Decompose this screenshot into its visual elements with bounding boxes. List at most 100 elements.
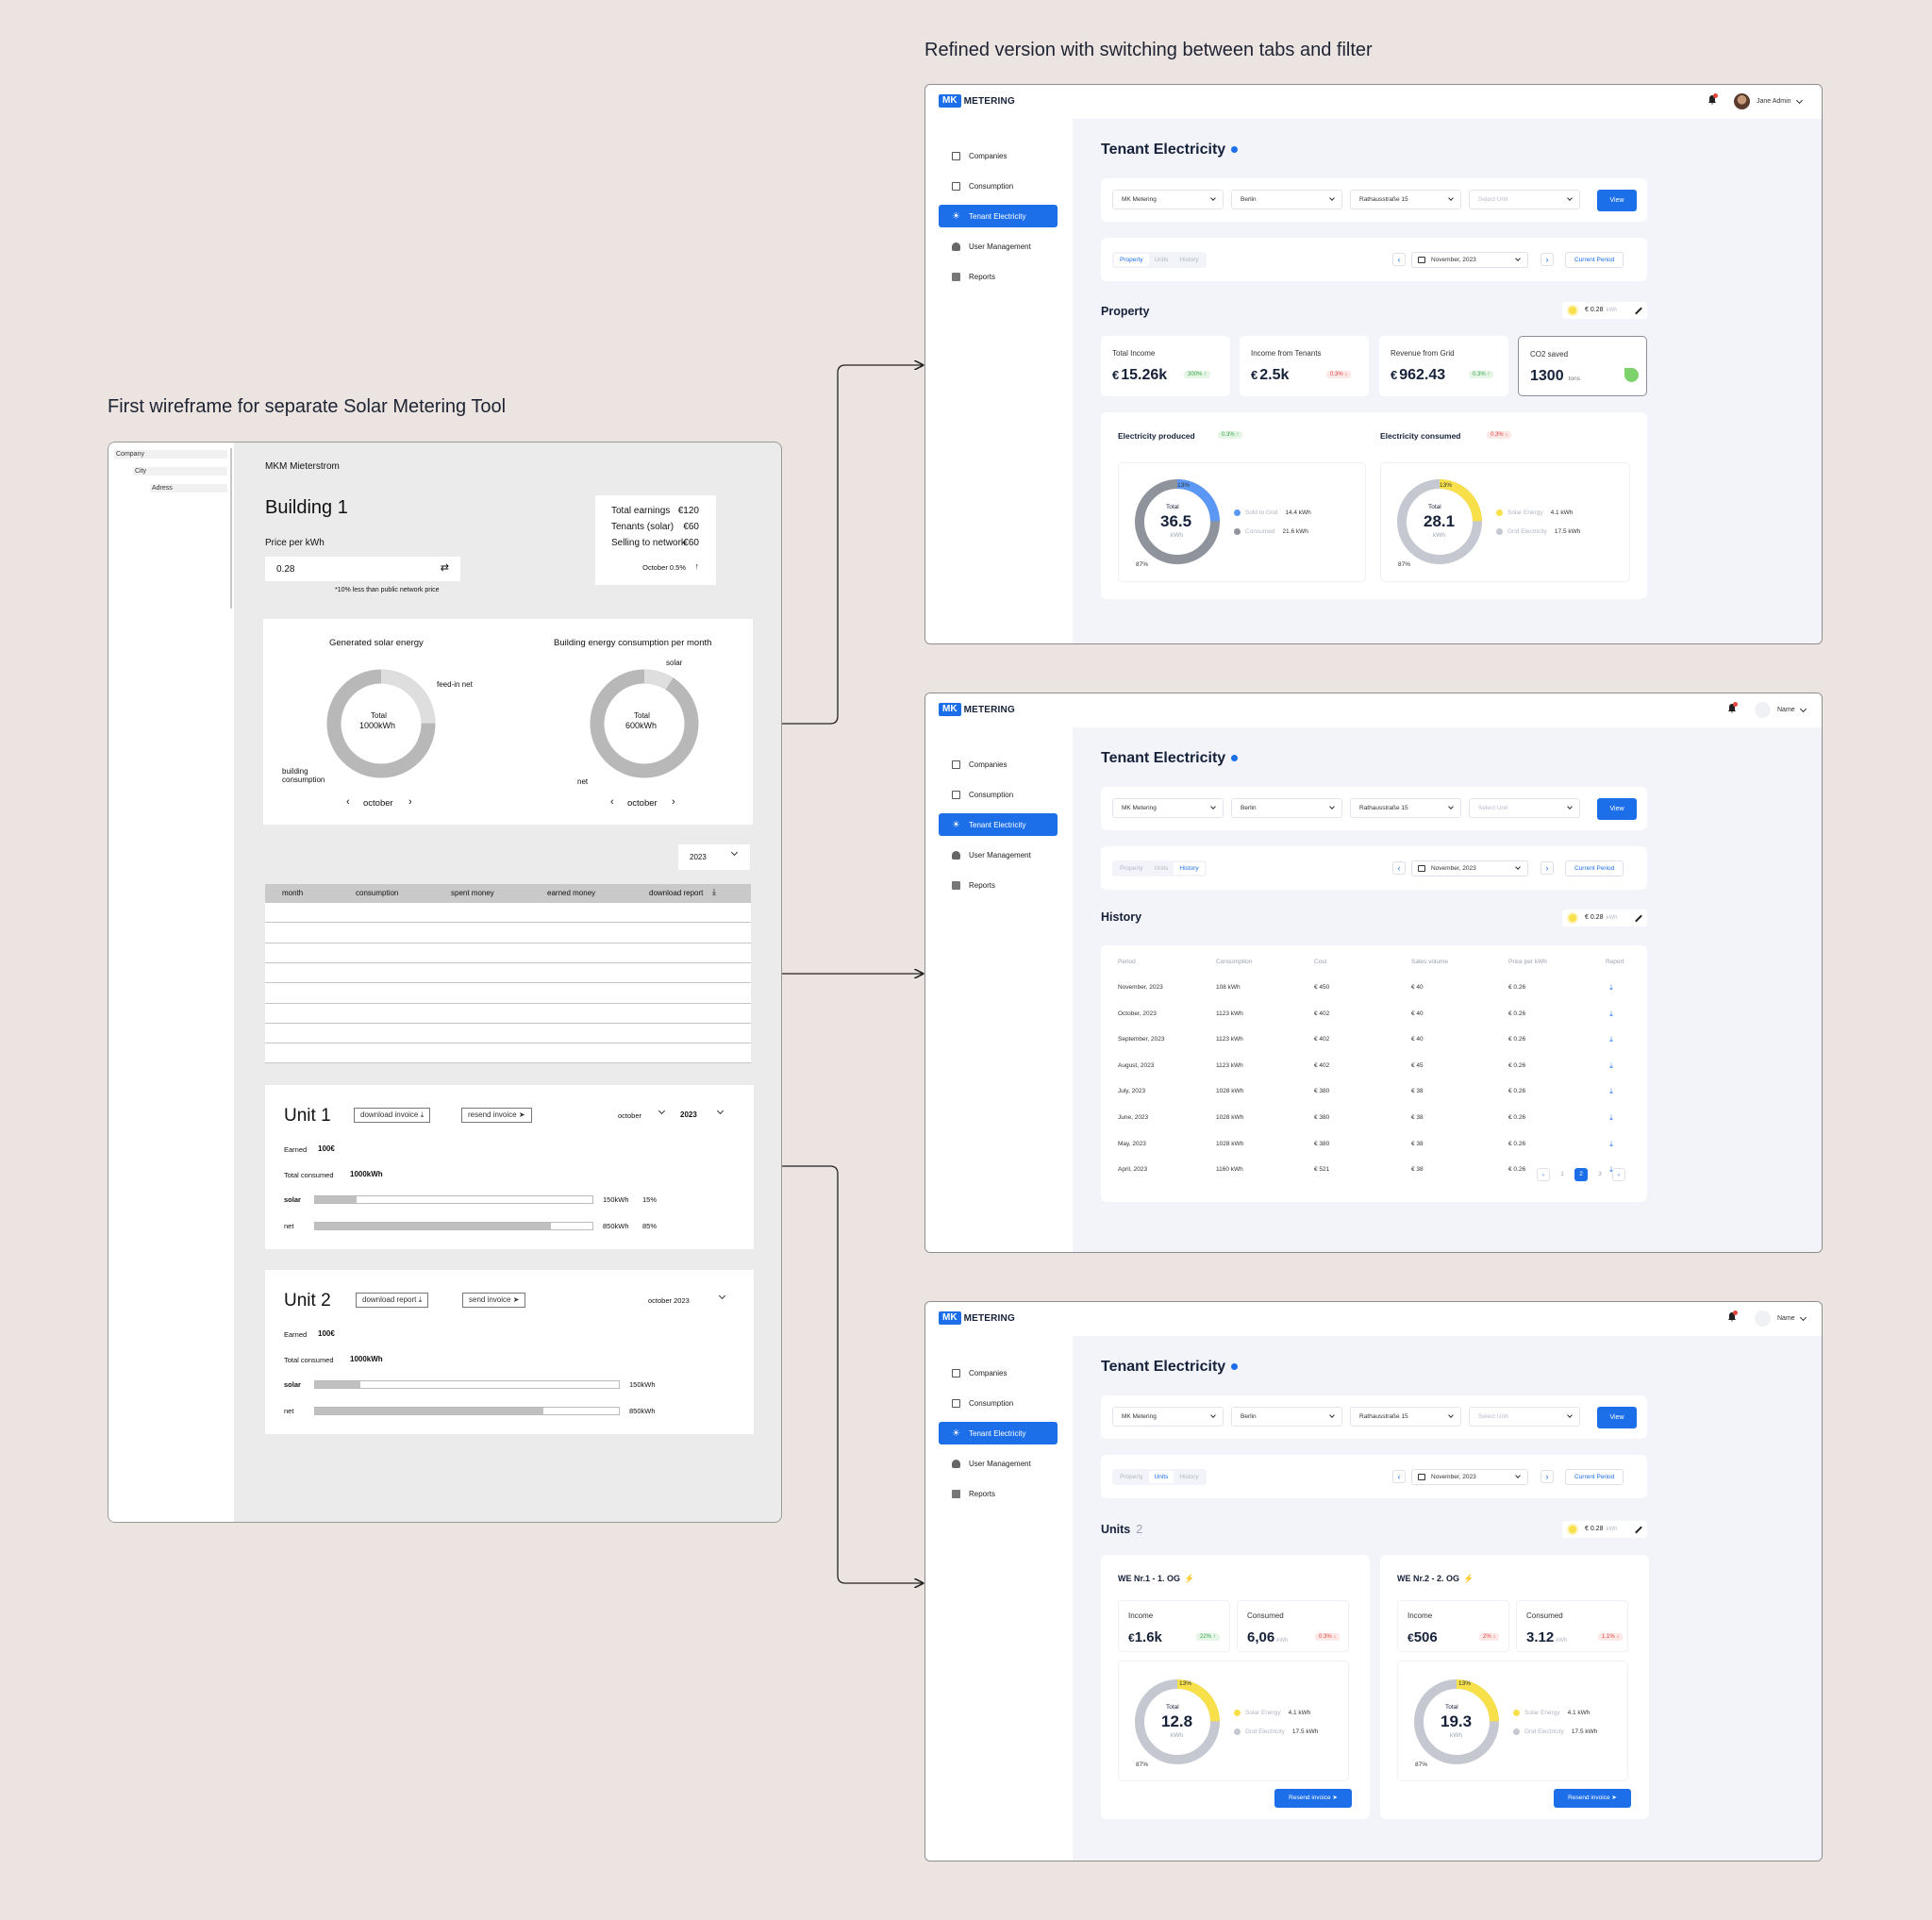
sidebar-item-reports[interactable]: Reports (939, 265, 1058, 288)
bell-icon[interactable] (1727, 1311, 1738, 1322)
bell-icon[interactable] (1707, 93, 1718, 105)
chart2-next-icon[interactable]: › (672, 796, 675, 808)
view-button[interactable]: View (1597, 1407, 1637, 1428)
sidebar-item-consumption[interactable]: Consumption (939, 1392, 1058, 1414)
page-next-button[interactable]: › (1612, 1168, 1625, 1181)
next-period-button[interactable]: › (1541, 253, 1554, 266)
address-select[interactable]: Rathausstraße 15 (1350, 1407, 1461, 1427)
user-menu[interactable]: Name (1755, 702, 1807, 718)
edit-icon[interactable] (1635, 914, 1642, 923)
logo[interactable]: MK METERING (939, 94, 1015, 108)
unit1-month[interactable]: october (618, 1111, 641, 1120)
info-icon[interactable] (1231, 755, 1239, 762)
sidebar-item-tenant-electricity[interactable]: ☀ Tenant Electricity (939, 1422, 1058, 1444)
sidebar-item-tenant-electricity[interactable]: ☀ Tenant Electricity (939, 205, 1058, 227)
tab-history[interactable]: History (1174, 862, 1205, 875)
info-icon[interactable] (1231, 1363, 1239, 1371)
resend-invoice-button[interactable]: resend invoice ➤ (461, 1108, 532, 1123)
wf-price-input[interactable]: 0.28 ⇄ (265, 557, 460, 581)
chart2-prev-icon[interactable]: ‹ (610, 796, 614, 808)
tab-property[interactable]: Property (1114, 862, 1149, 875)
sidebar-scrollbar[interactable] (230, 448, 232, 609)
page-prev-button[interactable]: ‹ (1537, 1168, 1550, 1181)
company-select[interactable]: MK Metering (1112, 1407, 1224, 1427)
unit2-period[interactable]: october 2023 (648, 1296, 690, 1305)
prev-period-button[interactable]: ‹ (1392, 861, 1406, 875)
tree-company[interactable]: Company (114, 450, 227, 459)
user-menu[interactable]: Jane Admin (1734, 93, 1803, 109)
download-icon[interactable]: ⤓ (1607, 1010, 1615, 1018)
current-period-button[interactable]: Current Period (1565, 252, 1624, 268)
unit-select[interactable]: Select Unit (1469, 1407, 1580, 1427)
price-per-kwh[interactable]: € 0.28 kWh (1562, 910, 1647, 927)
tree-address[interactable]: Adress (150, 484, 227, 493)
city-select[interactable]: Berlin (1231, 798, 1342, 818)
swap-icon[interactable]: ⇄ (441, 561, 449, 574)
sidebar-item-consumption[interactable]: Consumption (939, 175, 1058, 197)
city-select[interactable]: Berlin (1231, 190, 1342, 209)
unit1-year[interactable]: 2023 (680, 1110, 697, 1119)
page-3-button[interactable]: 3 (1593, 1168, 1607, 1181)
logo[interactable]: MK METERING (939, 1311, 1015, 1325)
view-button[interactable]: View (1597, 798, 1637, 820)
page-2-button[interactable]: 2 (1574, 1168, 1588, 1181)
download-icon[interactable]: ⤓ (712, 887, 716, 897)
download-icon[interactable]: ⤓ (1607, 1036, 1615, 1043)
table-row[interactable] (265, 1062, 751, 1063)
month-select[interactable]: November, 2023 (1411, 252, 1528, 268)
send-invoice-button[interactable]: send invoice ➤ (462, 1293, 526, 1308)
tab-history[interactable]: History (1174, 254, 1204, 266)
sidebar-item-companies[interactable]: Companies (939, 753, 1058, 776)
next-period-button[interactable]: › (1541, 861, 1554, 875)
resend-invoice-button[interactable]: Resend invoice ➤ (1274, 1789, 1352, 1808)
download-icon[interactable]: ⤓ (1607, 1140, 1615, 1148)
prev-period-button[interactable]: ‹ (1392, 1470, 1406, 1483)
chart1-prev-icon[interactable]: ‹ (346, 796, 350, 808)
month-select[interactable]: November, 2023 (1411, 1469, 1528, 1485)
wf-year-select[interactable]: 2023 (678, 844, 750, 870)
unit-select[interactable]: Select Unit (1469, 798, 1580, 818)
company-select[interactable]: MK Metering (1112, 190, 1224, 209)
page-1-button[interactable]: 1 (1556, 1168, 1569, 1181)
tab-units[interactable]: Units (1149, 862, 1174, 875)
chevron-down-icon[interactable] (658, 1107, 666, 1115)
sidebar-item-reports[interactable]: Reports (939, 1482, 1058, 1505)
download-icon[interactable]: ⤓ (1607, 1114, 1615, 1122)
tab-units[interactable]: Units (1148, 1471, 1174, 1483)
download-icon[interactable]: ⤓ (1607, 1088, 1615, 1095)
sidebar-item-user-management[interactable]: User Management (939, 235, 1058, 258)
address-select[interactable]: Rathausstraße 15 (1350, 798, 1461, 818)
company-select[interactable]: MK Metering (1112, 798, 1224, 818)
current-period-button[interactable]: Current Period (1565, 1469, 1624, 1485)
sidebar-item-companies[interactable]: Companies (939, 144, 1058, 167)
info-icon[interactable] (1231, 146, 1239, 154)
tree-city[interactable]: City (133, 467, 227, 476)
chart1-next-icon[interactable]: › (408, 796, 412, 808)
user-menu[interactable]: Name (1755, 1311, 1807, 1327)
tab-history[interactable]: History (1174, 1471, 1204, 1483)
table-row[interactable] (265, 1023, 751, 1024)
month-select[interactable]: November, 2023 (1411, 860, 1528, 877)
city-select[interactable]: Berlin (1231, 1407, 1342, 1427)
next-period-button[interactable]: › (1541, 1470, 1554, 1483)
tab-property[interactable]: Property (1114, 254, 1149, 266)
table-row[interactable] (265, 922, 751, 923)
sidebar-item-companies[interactable]: Companies (939, 1361, 1058, 1384)
download-icon[interactable]: ⤓ (1607, 1061, 1615, 1070)
table-row[interactable] (265, 962, 751, 963)
sidebar-item-user-management[interactable]: User Management (939, 843, 1058, 866)
logo[interactable]: MK METERING (939, 703, 1015, 716)
unit-select[interactable]: Select Unit (1469, 190, 1580, 209)
sidebar-item-tenant-electricity[interactable]: ☀ Tenant Electricity (939, 813, 1058, 836)
download-icon[interactable]: ⤓ (1607, 984, 1615, 992)
table-row[interactable] (265, 982, 751, 983)
download-invoice-button[interactable]: download invoice ⤓ (354, 1108, 431, 1123)
sidebar-item-reports[interactable]: Reports (939, 874, 1058, 896)
view-button[interactable]: View (1597, 190, 1637, 211)
table-row[interactable] (265, 1003, 751, 1004)
edit-icon[interactable] (1635, 1526, 1642, 1534)
sidebar-item-user-management[interactable]: User Management (939, 1452, 1058, 1475)
edit-icon[interactable] (1635, 307, 1642, 315)
tab-property[interactable]: Property (1114, 1471, 1149, 1483)
prev-period-button[interactable]: ‹ (1392, 253, 1406, 266)
